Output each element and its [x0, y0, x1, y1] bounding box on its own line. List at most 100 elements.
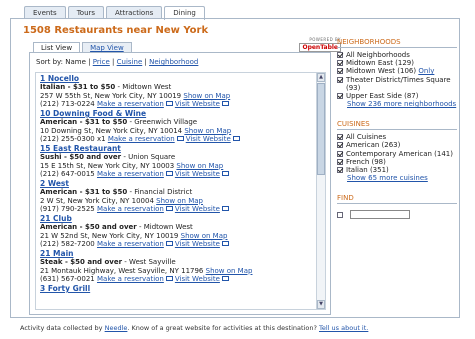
restaurant-name-link[interactable]: 10 Downing Food & Wine [40, 109, 310, 118]
neighborhoods-filter-item[interactable]: Upper East Side (87) [337, 92, 457, 100]
restaurant-address: 21 Montauk Highway, West Sayville, NY 11… [40, 266, 204, 275]
filter-label: Midtown West (106) Only [346, 67, 434, 75]
footer: Activity data collected by Needle. Know … [20, 324, 368, 332]
restaurant-area: - Midtown West [115, 83, 172, 92]
more-neighborhoods-link[interactable]: Show 236 more neighborhoods [347, 100, 457, 108]
visit-website-link[interactable]: Visit Website [175, 240, 220, 248]
checkbox[interactable] [337, 150, 343, 157]
cuisines-filter-item[interactable]: All Cuisines [337, 133, 457, 141]
filter-label-text: French (98) [346, 157, 386, 166]
checkbox[interactable] [337, 158, 343, 165]
show-on-map-link[interactable]: Show on Map [156, 197, 203, 205]
restaurant-name-link[interactable]: 3 Forty Grill [40, 284, 310, 293]
checkbox[interactable] [337, 68, 343, 75]
restaurant-contact-line: (917) 790-2525 Make a reservation Visit W… [40, 205, 310, 213]
more-cuisines-link[interactable]: Show 65 more cuisines [347, 174, 457, 182]
footer-prefix: Activity data collected by [20, 324, 105, 332]
restaurant-contact-line: (212) 647-0015 Make a reservation Visit W… [40, 170, 310, 178]
visit-website-link[interactable]: Visit Website [175, 170, 220, 178]
restaurant-contact-line: (212) 255-0300 x1 Make a reservation Visi… [40, 135, 310, 143]
cuisines-filter-item[interactable]: American (263) [337, 141, 457, 149]
filter-label-text: Italian (351) [346, 166, 389, 175]
cuisines-filter-item[interactable]: French (98) [337, 158, 457, 166]
filter-label-text: Midtown West (106) [346, 67, 417, 76]
scroll-down-arrow[interactable]: ▼ [317, 300, 325, 309]
checkbox[interactable] [337, 60, 343, 67]
filter-label-text: Midtown East (129) [346, 59, 414, 68]
restaurant-category: American - $50 and over - Midtown West [40, 223, 310, 231]
cuisines-filter-item[interactable]: Italian (351) [337, 166, 457, 174]
neighborhoods-filter-item[interactable]: Theater District/Times Square (93) [337, 76, 457, 92]
cuisine-list: All Cuisines American (263) Contemporary A… [337, 133, 457, 174]
neighborhoods-filter-item[interactable]: Midtown West (106) Only [337, 67, 457, 75]
show-on-map-link[interactable]: Show on Map [176, 162, 223, 170]
find-input[interactable] [350, 210, 410, 220]
restaurant-area: - Greenwich Village [127, 118, 198, 127]
cuisines-title: CUISINES [337, 120, 457, 131]
filter-label: Upper East Side (87) [346, 92, 418, 100]
external-link-icon [165, 276, 173, 282]
filter-label-text: All Neighborhoods [346, 51, 410, 59]
external-link-icon [221, 241, 229, 247]
show-on-map-link[interactable]: Show on Map [206, 267, 253, 275]
restaurant-name-link[interactable]: 21 Main [40, 249, 310, 258]
restaurant-name-link[interactable]: 15 East Restaurant [40, 144, 310, 153]
restaurant-price: - $31 to $50 [77, 118, 128, 127]
find-checkbox[interactable] [337, 211, 343, 218]
neighborhoods-filter-item[interactable]: All Neighborhoods [337, 51, 457, 59]
external-link-icon [165, 171, 173, 177]
restaurant-phone: (212) 582-7200 [40, 239, 95, 248]
make-reservation-link[interactable]: Make a reservation [108, 135, 175, 143]
only-link[interactable]: Only [418, 67, 434, 75]
checkbox[interactable] [337, 167, 343, 174]
scroll-up-arrow[interactable]: ▲ [317, 73, 325, 82]
show-on-map-link[interactable]: Show on Map [184, 127, 231, 135]
restaurant-price: - $50 and over [61, 153, 122, 162]
filter-label: All Neighborhoods [346, 51, 410, 59]
restaurant-name-link[interactable]: 1 Nocello [40, 74, 310, 83]
needle-link[interactable]: Needle [105, 324, 128, 332]
restaurant-contact-line: (212) 713-0224 Make a reservation Visit W… [40, 100, 310, 108]
neighborhoods-filter-item[interactable]: Midtown East (129) [337, 59, 457, 67]
make-reservation-link[interactable]: Make a reservation [97, 100, 164, 108]
checkbox[interactable] [337, 134, 343, 141]
filter-label: Italian (351) [346, 166, 389, 174]
show-on-map-link[interactable]: Show on Map [181, 232, 228, 240]
checkbox[interactable] [337, 52, 343, 58]
external-link-icon [232, 136, 240, 142]
restaurant-address-line: 2 W St, New York City, NY 10004 Show on … [40, 197, 310, 205]
make-reservation-link[interactable]: Make a reservation [97, 170, 164, 178]
restaurant-phone: (212) 713-0224 [40, 99, 95, 108]
visit-website-link[interactable]: Visit Website [175, 100, 220, 108]
filter-label: All Cuisines [346, 133, 386, 141]
sort-cuisine-link[interactable]: Cuisine [117, 58, 143, 66]
show-on-map-link[interactable]: Show on Map [183, 92, 230, 100]
sort-neighborhood-link[interactable]: Neighborhood [149, 58, 198, 66]
checkbox[interactable] [337, 142, 343, 149]
sort-label: Sort by: [36, 58, 64, 66]
list-item: 2 West American - $31 to $50 - Financial … [40, 179, 310, 213]
restaurant-list[interactable]: ▲ ▼ 1 Nocello Italian - $31 to $50 - Midt… [35, 72, 326, 310]
cuisines-filter-item[interactable]: Contemporary American (141) [337, 150, 457, 158]
tell-us-link[interactable]: Tell us about it. [319, 324, 368, 332]
make-reservation-link[interactable]: Make a reservation [97, 240, 164, 248]
restaurant-name-link[interactable]: 21 Club [40, 214, 310, 223]
sort-separator: | [112, 58, 115, 66]
visit-website-link[interactable]: Visit Website [175, 275, 220, 283]
restaurant-phone: (917) 790-2525 [40, 204, 95, 213]
make-reservation-link[interactable]: Make a reservation [97, 205, 164, 213]
sort-separator: | [144, 58, 147, 66]
sort-price-link[interactable]: Price [93, 58, 110, 66]
visit-website-link[interactable]: Visit Website [186, 135, 231, 143]
restaurant-name-link[interactable]: 2 West [40, 179, 310, 188]
restaurant-contact-line: (212) 582-7200 Make a reservation Visit W… [40, 240, 310, 248]
checkbox[interactable] [337, 93, 343, 100]
restaurant-category: American - $31 to $50 - Financial Distri… [40, 188, 310, 196]
scrollbar[interactable]: ▲ ▼ [316, 73, 325, 309]
restaurant-cuisine: Sushi [40, 153, 62, 162]
scroll-thumb[interactable] [317, 83, 325, 175]
checkbox[interactable] [337, 76, 343, 83]
visit-website-link[interactable]: Visit Website [175, 205, 220, 213]
list-item: 10 Downing Food & Wine American - $31 to … [40, 109, 310, 143]
make-reservation-link[interactable]: Make a reservation [97, 275, 164, 283]
